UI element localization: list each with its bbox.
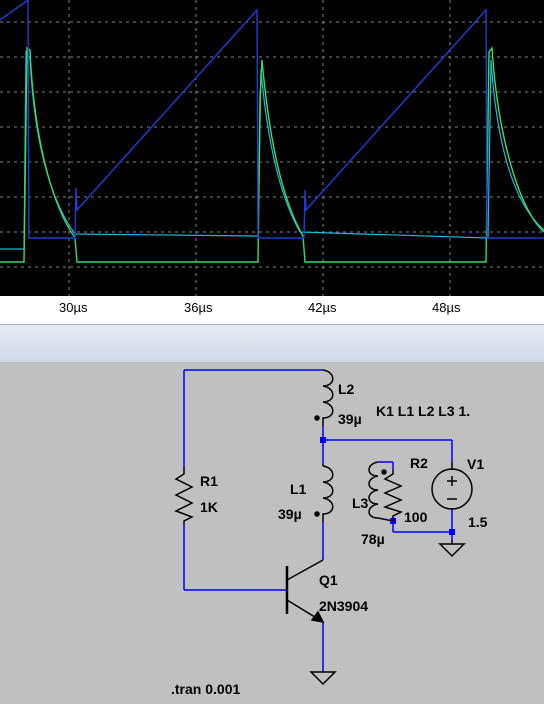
trace-green: [0, 46, 544, 263]
transistor-q1[interactable]: [285, 559, 325, 624]
x-tick-label: 42µs: [308, 300, 337, 315]
junction-dot: [449, 529, 455, 535]
q1-name: Q1: [319, 572, 338, 588]
sim-directive[interactable]: .tran 0.001: [171, 681, 240, 697]
r1-name: R1: [200, 473, 218, 489]
l3-name: L3: [352, 495, 369, 511]
ground-symbol: [309, 671, 337, 686]
l2-value: 39µ: [338, 411, 362, 427]
trace-blue: [0, 0, 544, 239]
voltage-source-v1[interactable]: [431, 462, 473, 510]
trace-cyan: [0, 50, 544, 250]
polarity-dot: [314, 415, 320, 421]
x-axis: 30µs 36µs 42µs 48µs: [0, 296, 544, 318]
resistor-r2[interactable]: [382, 470, 403, 521]
polarity-dot: [381, 469, 387, 475]
polarity-dot: [314, 511, 320, 517]
schematic-window-titlebar[interactable]: [0, 324, 544, 363]
l1-name: L1: [290, 481, 307, 497]
v1-value: 1.5: [468, 514, 488, 530]
r2-value: 100: [404, 509, 428, 525]
waveform-plot[interactable]: [0, 0, 544, 296]
x-tick-label: 36µs: [184, 300, 213, 315]
x-tick-label: 30µs: [59, 300, 88, 315]
schematic-canvas[interactable]: L2 39µ K1 L1 L2 L3 1. L1 39µ R1 1K R2 10…: [0, 362, 544, 699]
l1-value: 39µ: [278, 506, 302, 522]
junction-dot: [320, 437, 326, 443]
x-tick-label: 48µs: [432, 300, 461, 315]
ground-symbol: [438, 540, 466, 558]
v1-name: V1: [467, 456, 484, 472]
inductor-l1[interactable]: [314, 464, 334, 522]
inductor-l2[interactable]: [314, 369, 334, 426]
resistor-r1[interactable]: [174, 467, 194, 525]
l2-name: L2: [338, 381, 355, 397]
q1-value: 2N3904: [319, 598, 368, 614]
r2-name: R2: [410, 455, 428, 471]
l3-value: 78µ: [361, 531, 385, 547]
coupling-directive: K1 L1 L2 L3 1.: [376, 403, 470, 419]
r1-value: 1K: [200, 499, 218, 515]
